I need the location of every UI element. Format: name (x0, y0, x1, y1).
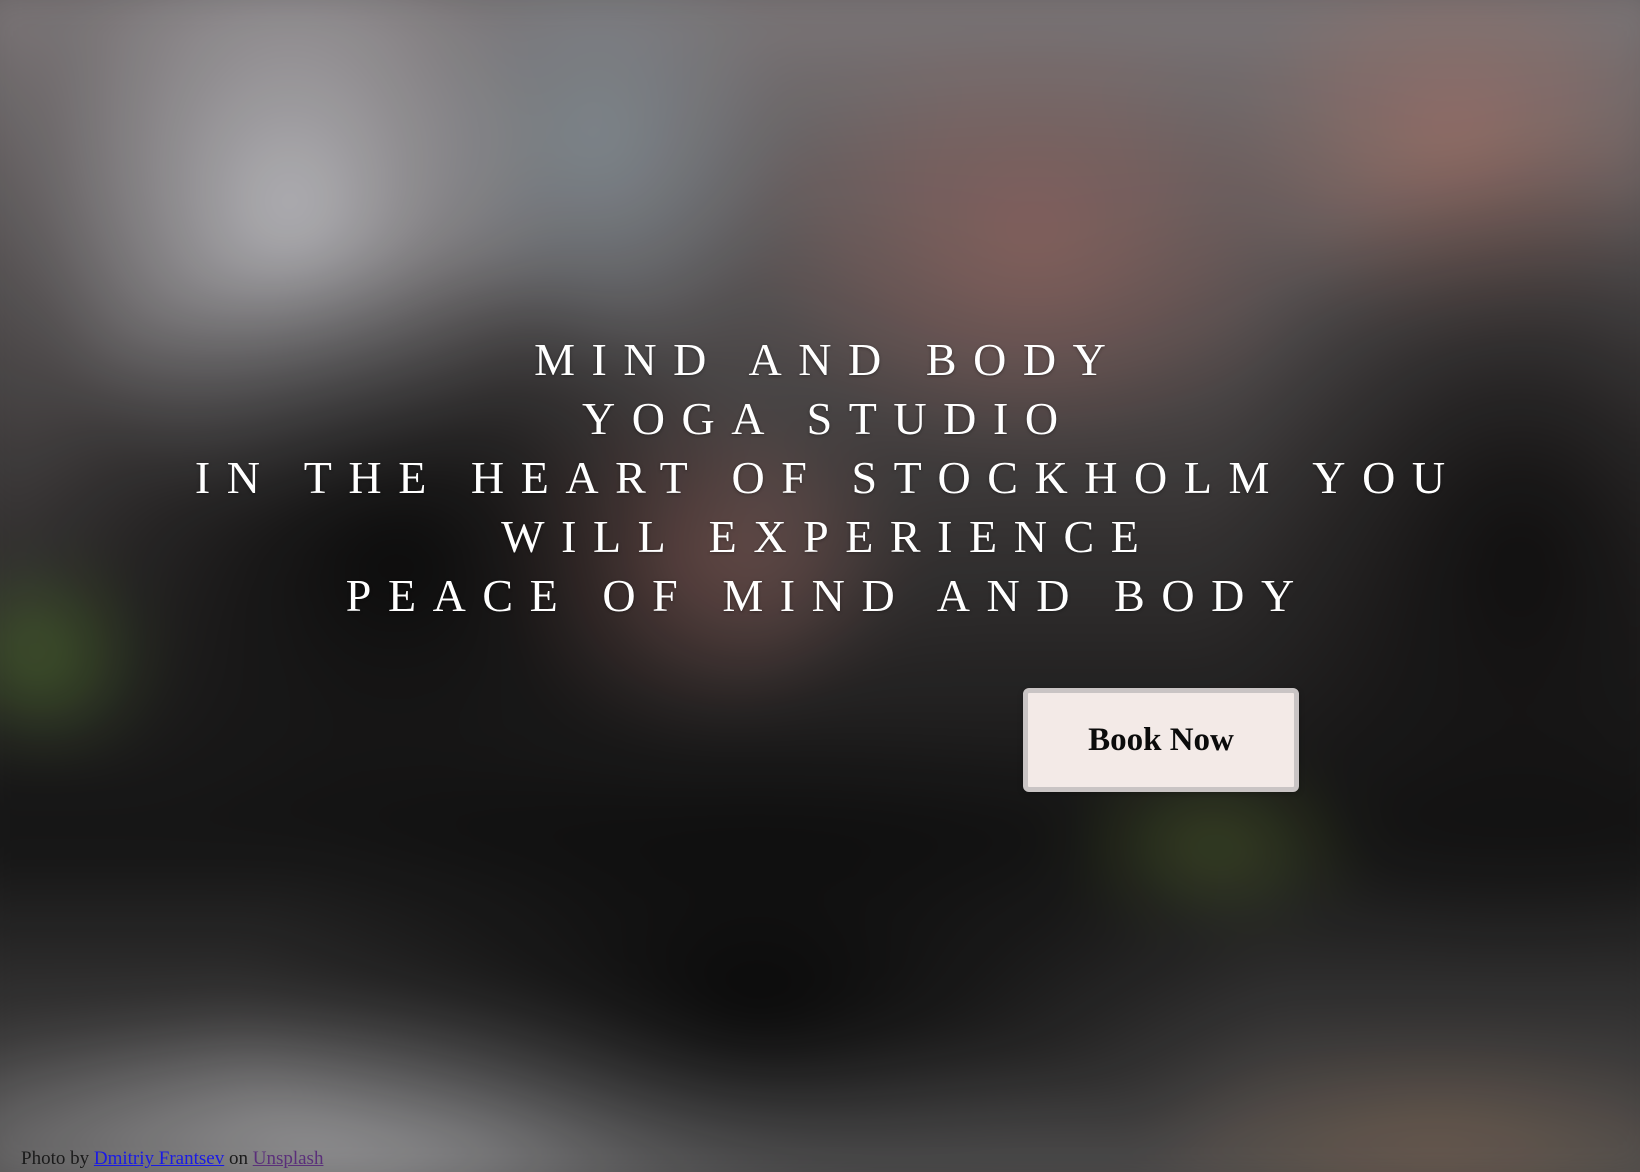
photo-credit: Photo by Dmitriy Frantsev on Unsplash (21, 1148, 323, 1170)
credit-prefix: Photo by (21, 1148, 90, 1169)
credit-middle: on (228, 1148, 248, 1169)
book-now-button[interactable]: Book Now (1023, 688, 1299, 792)
headline-line: MIND AND BODY (534, 334, 1123, 385)
unsplash-link[interactable]: Unsplash (253, 1148, 324, 1169)
hero-headline: MIND AND BODY YOGA STUDIO IN THE HEART O… (0, 330, 1640, 625)
headline-line: YOGA STUDIO (581, 393, 1075, 444)
headline-line: IN THE HEART OF STOCKHOLM YOU (194, 452, 1462, 503)
hero-section: MIND AND BODY YOGA STUDIO IN THE HEART O… (0, 0, 1640, 1172)
headline-line: PEACE OF MIND AND BODY (345, 570, 1311, 621)
photographer-link[interactable]: Dmitriy Frantsev (94, 1148, 224, 1169)
headline-line: WILL EXPERIENCE (501, 511, 1156, 562)
